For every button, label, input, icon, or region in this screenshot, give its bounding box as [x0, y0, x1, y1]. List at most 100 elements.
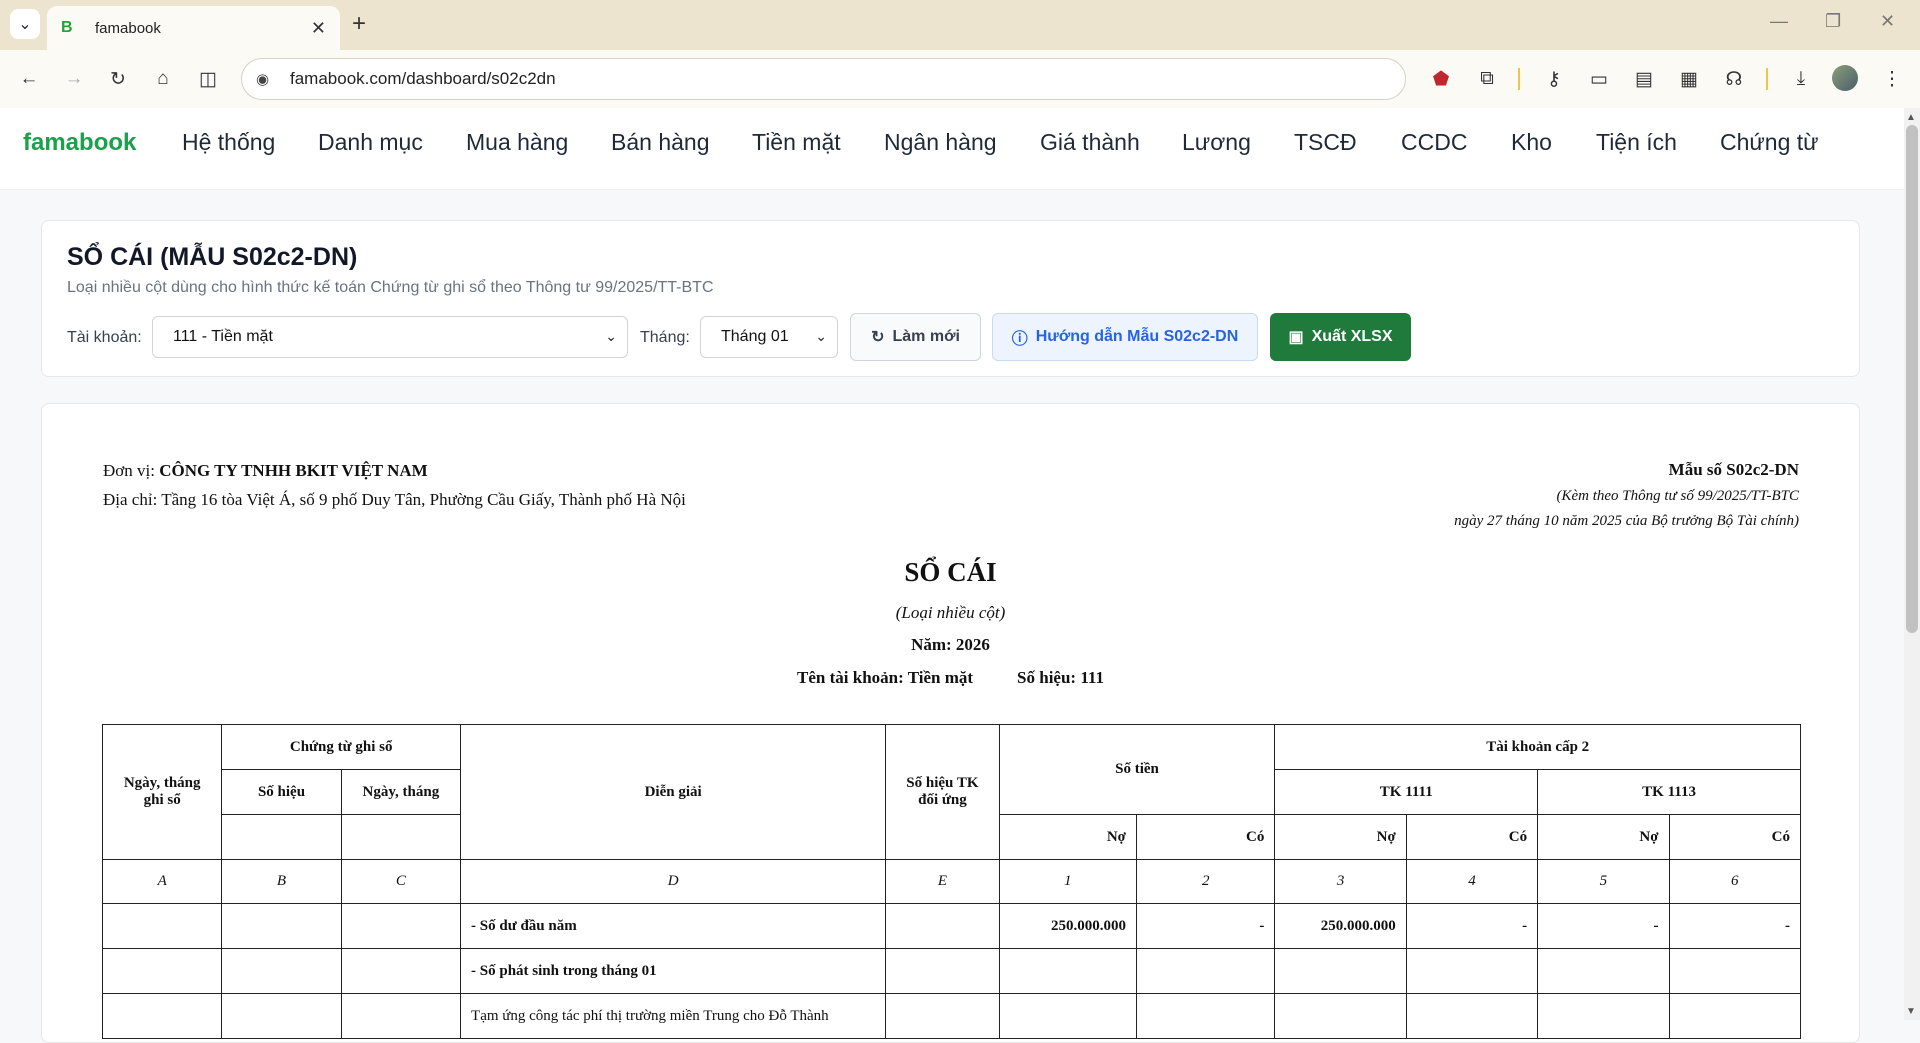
header-amount: Số tiền [998, 724, 1276, 815]
tk1111-debit: 250.000.000 [1274, 903, 1407, 949]
tk1113-debit: - [1537, 903, 1670, 949]
header-voucher: Chứng từ ghi sổ [221, 724, 462, 770]
cell [340, 903, 462, 949]
new-tab-button[interactable]: + [352, 10, 366, 38]
menu-chung-tu[interactable]: Chứng từ [1720, 129, 1819, 156]
app-navbar: famabook Hệ thống Danh mục Mua hàng Bán … [0, 108, 1904, 190]
header-credit: Có [1405, 814, 1539, 860]
menu-tien-mat[interactable]: Tiền mặt [752, 129, 841, 156]
scroll-up-icon[interactable]: ▲ [1906, 112, 1916, 123]
amount-credit: - [1135, 903, 1276, 949]
browser-tab[interactable]: B famabook ✕ [47, 6, 340, 50]
forward-icon[interactable]: → [59, 64, 89, 94]
header-tk1113: TK 1113 [1537, 769, 1801, 815]
brand-logo[interactable]: famabook [23, 129, 136, 157]
back-icon[interactable]: ← [14, 64, 44, 94]
reload-icon[interactable]: ↻ [103, 64, 133, 94]
column-index-row: A B C D E 1 2 3 4 5 6 [101, 859, 1802, 904]
download-icon[interactable]: ⤓ [1786, 64, 1816, 94]
document-year: Năm: 2026 [911, 635, 990, 654]
export-xlsx-button[interactable]: ▣ Xuất XLSX [1270, 313, 1411, 361]
home-icon[interactable]: ⌂ [148, 64, 178, 94]
tab-list-button[interactable]: ⌄ [10, 9, 40, 39]
company-address: Tầng 16 tòa Việt Á, số 9 phố Duy Tân, Ph… [161, 490, 686, 509]
refresh-button[interactable]: ↻ Làm mới [850, 313, 981, 361]
month-select-value: Tháng 01 [721, 328, 789, 345]
scrollbar-thumb[interactable] [1906, 125, 1918, 633]
menu-kho[interactable]: Kho [1511, 129, 1552, 156]
guide-button[interactable]: ⓘ Hướng dẫn Mẫu S02c2-DN [992, 313, 1258, 361]
close-window-icon[interactable]: ✕ [1880, 11, 1895, 32]
menu-danh-muc[interactable]: Danh mục [318, 129, 423, 156]
ledger-document: Đơn vị: CÔNG TY TNHH BKIT VIỆT NAM Địa c… [41, 403, 1860, 1043]
cell [885, 993, 1000, 1039]
help-circle-icon: ⓘ [1011, 331, 1028, 348]
cell [885, 948, 1000, 994]
header-debit: Nợ [998, 814, 1137, 860]
tk1113-credit [1668, 993, 1802, 1039]
menu-ngan-hang[interactable]: Ngân hàng [884, 129, 997, 156]
chevron-down-icon: ⌄ [605, 328, 617, 344]
amount-debit: 250.000.000 [998, 903, 1137, 949]
key-icon[interactable]: ⚷ [1539, 64, 1569, 94]
header-voucher-date: Ngày, tháng [340, 769, 462, 815]
index-cell: B [221, 859, 342, 904]
header-tk1111: TK 1111 [1274, 769, 1539, 815]
index-cell: 5 [1537, 859, 1670, 904]
index-cell: 1 [998, 859, 1137, 904]
menu-ccdc[interactable]: CCDC [1401, 129, 1467, 156]
menu-luong[interactable]: Lương [1182, 129, 1251, 156]
scroll-down-icon[interactable]: ▼ [1906, 1006, 1916, 1017]
empty-cell [221, 814, 342, 860]
index-cell: C [340, 859, 462, 904]
index-cell: 3 [1274, 859, 1407, 904]
amount-credit [1135, 948, 1276, 994]
toolbar-divider [1518, 68, 1520, 90]
tab-title: famabook [95, 19, 161, 37]
month-select[interactable]: Tháng 01 ⌄ [700, 316, 838, 358]
address-label: Địa chỉ: [103, 490, 158, 509]
extensions-icon[interactable]: ⧉ [1472, 64, 1502, 94]
menu-tscd[interactable]: TSCĐ [1294, 129, 1357, 156]
filter-card: SỔ CÁI (MẪU S02c2-DN) Loại nhiều cột dùn… [41, 220, 1860, 377]
menu-tien-ich[interactable]: Tiện ích [1596, 129, 1677, 156]
cell [101, 993, 223, 1039]
tk1113-debit [1537, 948, 1670, 994]
menu-he-thong[interactable]: Hệ thống [182, 129, 275, 156]
site-info-icon[interactable]: ◉ [256, 70, 276, 88]
reading-mode-icon[interactable]: ▤ [1629, 64, 1659, 94]
shield-extension-icon[interactable]: ⬟ [1426, 64, 1456, 94]
form-note-1: (Kèm theo Thông tư số 99/2025/TT-BTC [1556, 488, 1799, 504]
unit-label: Đơn vị: [103, 461, 155, 480]
account-heading: Tên tài khoản: Tiền mặt Số hiệu: 111 [42, 668, 1859, 688]
restore-icon[interactable]: ❐ [1825, 11, 1841, 32]
account-select[interactable]: 111 - Tiền mặt ⌄ [152, 316, 628, 358]
month-label: Tháng: [640, 329, 690, 346]
card-icon[interactable]: ▭ [1584, 64, 1614, 94]
tk1113-credit: - [1668, 903, 1802, 949]
index-cell: D [460, 859, 887, 904]
close-tab-icon[interactable]: ✕ [311, 18, 326, 39]
split-view-icon[interactable]: ◫ [193, 64, 223, 94]
index-cell: 4 [1405, 859, 1539, 904]
page-subtitle: Loại nhiều cột dùng cho hình thức kế toá… [67, 279, 714, 296]
menu-gia-thanh[interactable]: Giá thành [1040, 129, 1140, 156]
cell [101, 948, 223, 994]
account-name: Tên tài khoản: Tiền mặt [797, 668, 974, 687]
account-code: Số hiệu: 111 [1017, 668, 1104, 687]
table-icon[interactable]: ▦ [1674, 64, 1704, 94]
menu-mua-hang[interactable]: Mua hàng [466, 129, 568, 156]
cell [340, 948, 462, 994]
refresh-icon: ↻ [871, 329, 885, 346]
empty-cell [340, 814, 462, 860]
menu-dots-icon[interactable]: ⋮ [1877, 64, 1907, 94]
menu-ban-hang[interactable]: Bán hàng [611, 129, 709, 156]
index-cell: 2 [1135, 859, 1276, 904]
address-bar[interactable]: ◉ famabook.com/dashboard/s02c2dn [241, 58, 1406, 100]
minimize-icon[interactable]: — [1770, 11, 1788, 32]
header-voucher-no: Số hiệu [221, 769, 342, 815]
guide-label: Hướng dẫn Mẫu S02c2-DN [1035, 328, 1239, 345]
profile-avatar[interactable] [1832, 65, 1858, 91]
favicon-icon: B [61, 19, 73, 36]
incognito-icon[interactable]: ☊ [1719, 64, 1749, 94]
